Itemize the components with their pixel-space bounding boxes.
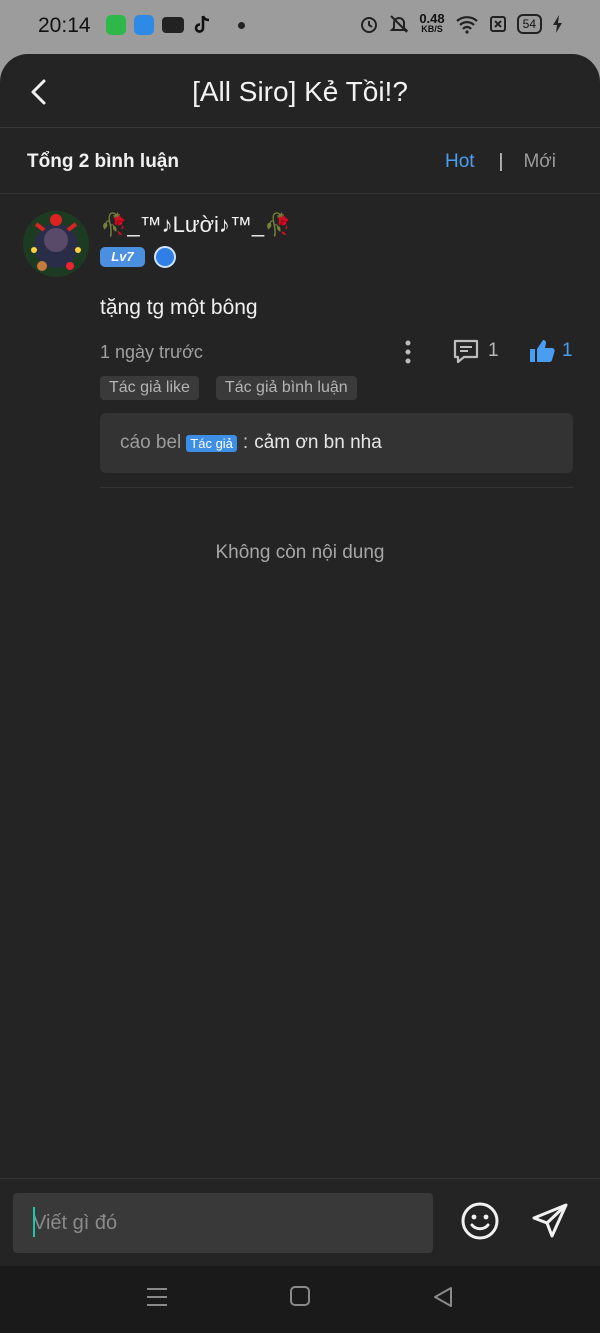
comment-total: Tổng 2 bình luận (27, 151, 179, 172)
rank-badge-icon (154, 246, 176, 268)
mute-icon (389, 15, 409, 33)
app-icon-blue (134, 15, 154, 35)
text-caret (33, 1207, 35, 1237)
comment-icon (453, 339, 479, 364)
charging-icon (553, 15, 562, 33)
comments-sheet: [All Siro] Kẻ Tồi!? Tổng 2 bình luận Hot… (0, 54, 600, 1266)
more-notifications-dot (238, 21, 245, 29)
like-count: 1 (562, 340, 573, 361)
notification-icons (106, 15, 245, 35)
sort-new-tab[interactable]: Mới (523, 151, 556, 173)
comment-time: 1 ngày trước (100, 342, 203, 362)
reply-author[interactable]: cáo bel (120, 432, 181, 454)
comment-username[interactable]: 🥀_™♪Lười♪™_🥀 (100, 212, 292, 238)
battery-indicator: 54 (516, 14, 542, 34)
author-reply[interactable]: cáo bel Tác giả : cảm ơn bn nha (100, 413, 573, 473)
comment-input-bar (0, 1178, 600, 1266)
system-navigation-bar (0, 1266, 600, 1333)
status-bar: 20:14 0.48 KB/S 54 (0, 0, 600, 54)
like-button[interactable]: 1 (528, 338, 573, 364)
alarm-icon (361, 17, 378, 33)
app-icon-green (106, 15, 126, 35)
comment-input[interactable] (13, 1193, 433, 1253)
more-options-icon[interactable] (398, 338, 418, 366)
send-icon[interactable] (530, 1201, 570, 1241)
comment-summary-bar: Tổng 2 bình luận Hot | Mới (0, 128, 600, 194)
recent-apps-icon[interactable] (146, 1286, 168, 1308)
tiktok-icon (192, 15, 212, 35)
home-icon[interactable] (289, 1285, 311, 1307)
divider (100, 487, 573, 488)
page-title: [All Siro] Kẻ Tồi!? (192, 76, 408, 107)
thumbs-up-icon (530, 340, 555, 362)
tag-author-liked: Tác giả like (100, 376, 199, 400)
reply-text: cảm ơn bn nha (254, 432, 382, 453)
no-sim-icon (489, 16, 506, 32)
wifi-icon (455, 16, 478, 34)
youtube-icon (162, 17, 184, 33)
author-badge: Tác giả (186, 434, 237, 452)
comment-tags: Tác giả like Tác giả bình luận (100, 376, 357, 400)
smile-icon[interactable] (460, 1201, 500, 1241)
comment-item: 🥀_™♪Lười♪™_🥀 Lv7 tặng tg một bông 1 ngày… (0, 194, 600, 488)
tag-author-replied: Tác giả bình luận (215, 376, 357, 400)
avatar[interactable] (22, 210, 90, 278)
nav-back-icon[interactable] (431, 1285, 455, 1309)
status-time: 20:14 (38, 14, 91, 37)
sort-hot-tab[interactable]: Hot (445, 151, 475, 173)
network-speed: 0.48 KB/S (419, 11, 445, 34)
reply-count: 1 (488, 340, 499, 361)
level-badge: Lv7 (100, 247, 145, 267)
reply-button[interactable]: 1 (452, 338, 499, 364)
end-of-list-text: Không còn nội dung (215, 542, 385, 563)
sort-separator: | (498, 151, 504, 172)
system-status-icons: 0.48 KB/S 54 (359, 11, 564, 34)
comment-text: tặng tg một bông (100, 296, 258, 319)
header: [All Siro] Kẻ Tồi!? (0, 54, 600, 128)
sort-toggle: Hot | Mới (445, 151, 556, 173)
reply-separator: : (242, 432, 249, 453)
